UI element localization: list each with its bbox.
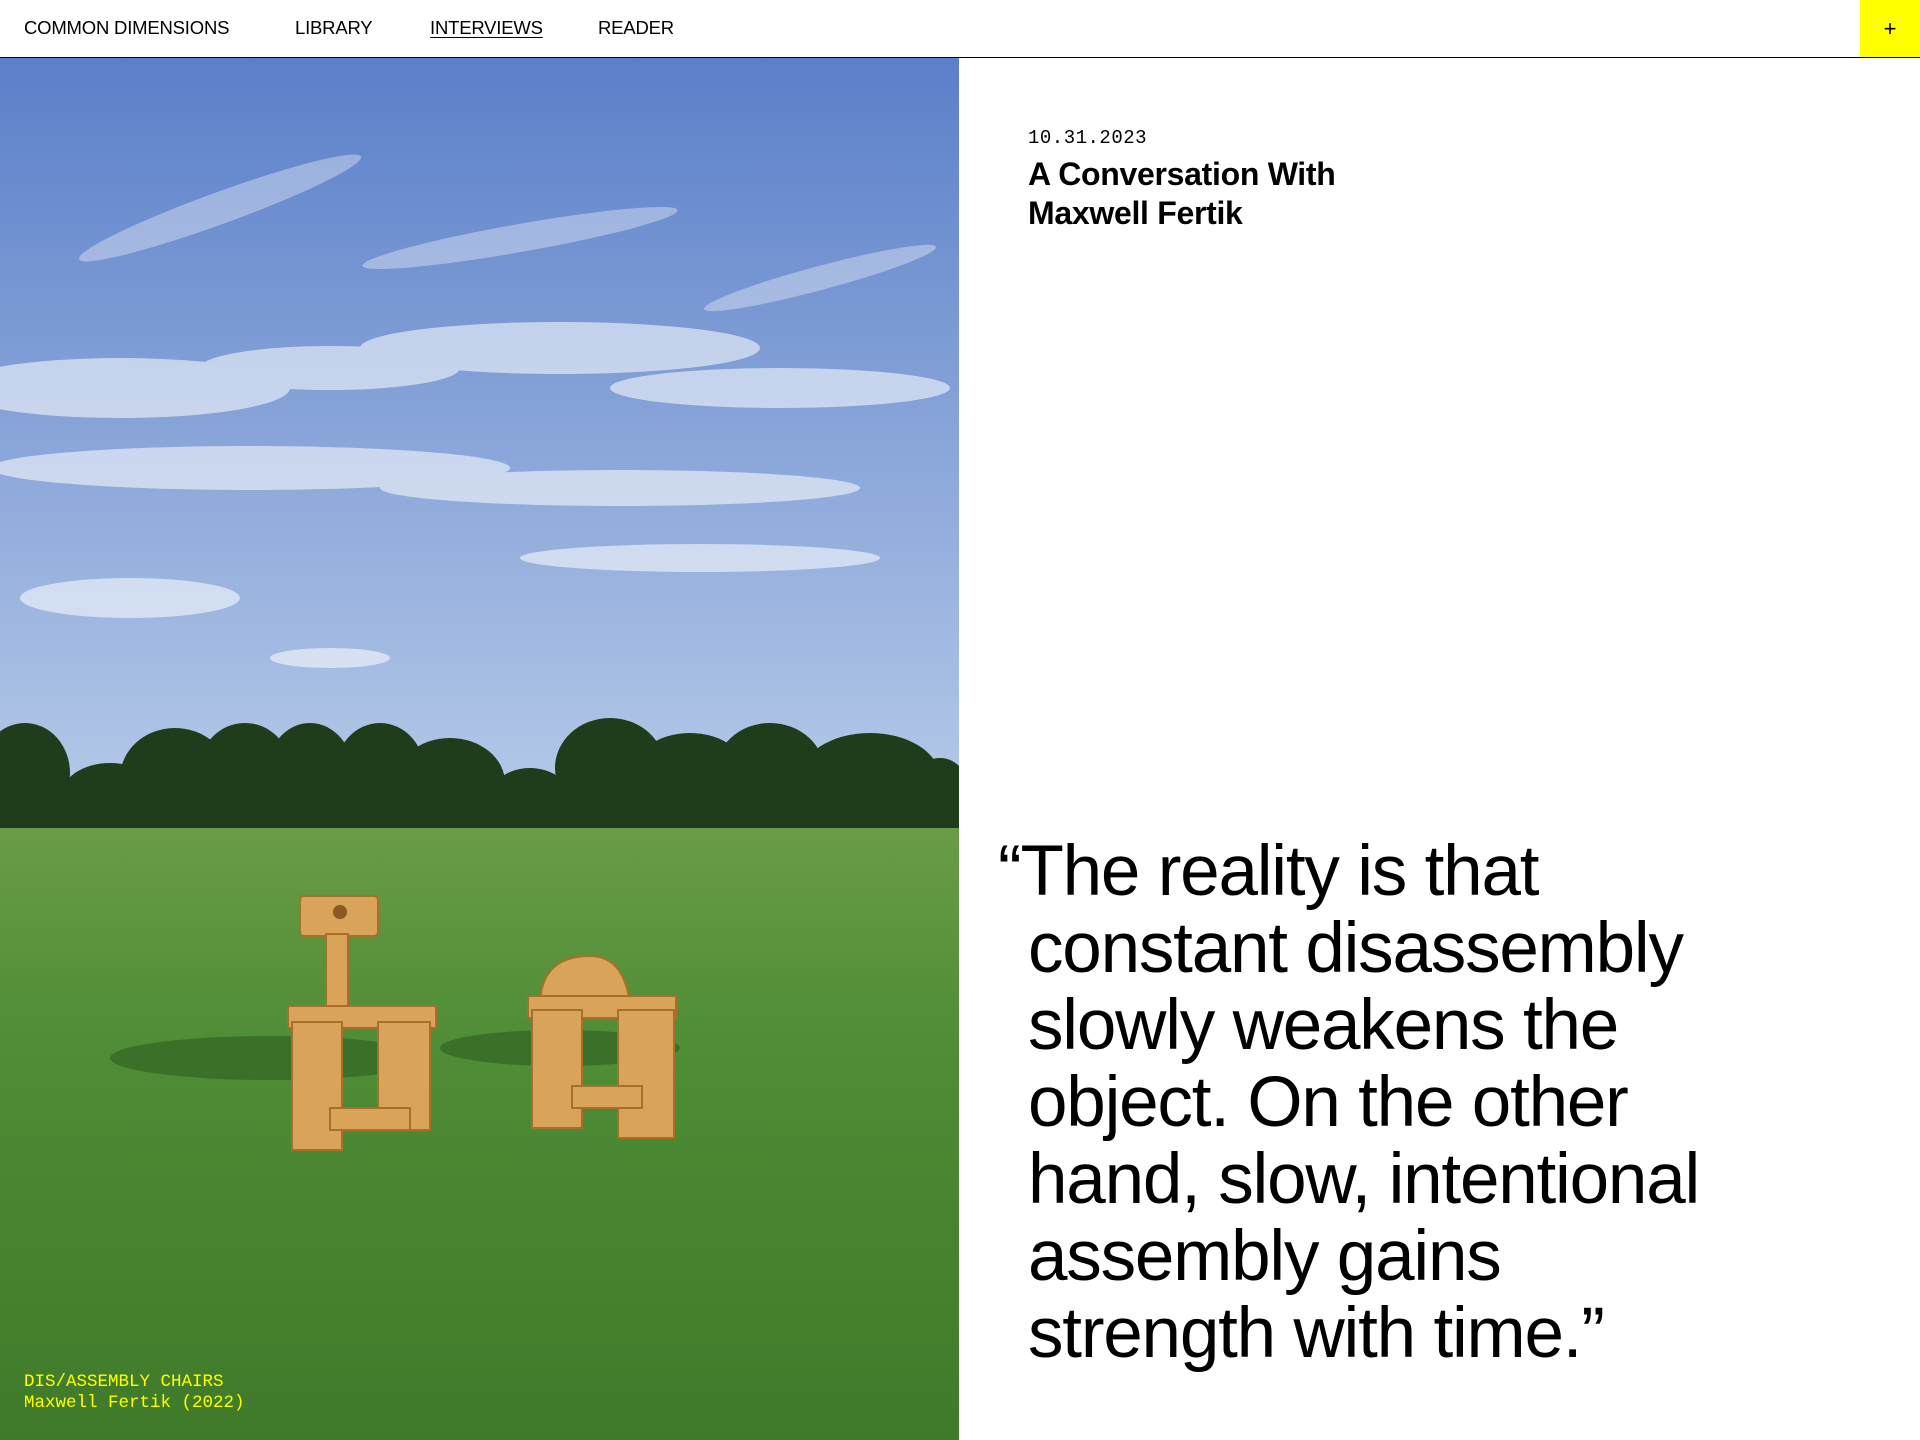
top-navigation: COMMON DIMENSIONS LIBRARY INTERVIEWS REA… xyxy=(0,0,1920,58)
article-title[interactable]: A Conversation With Maxwell Fertik xyxy=(1028,155,1448,233)
caption-title: DIS/ASSEMBLY CHAIRS xyxy=(24,1372,224,1392)
quote-line: strength with time.” xyxy=(1028,1294,1605,1373)
article-date: 10.31.2023 xyxy=(1028,127,1148,149)
article-title-line-2: Maxwell Fertik xyxy=(1028,195,1243,231)
plus-icon: + xyxy=(1883,15,1897,41)
quote-line: constant disassembly xyxy=(1028,909,1684,988)
nav-link-library[interactable]: LIBRARY xyxy=(295,17,373,39)
nav-link-interviews[interactable]: INTERVIEWS xyxy=(430,17,543,39)
chairs-in-field-image xyxy=(0,58,959,1440)
article-title-line-1: A Conversation With xyxy=(1028,156,1336,192)
nav-link-common-dimensions[interactable]: COMMON DIMENSIONS xyxy=(24,17,229,39)
photo-caption: DIS/ASSEMBLY CHAIRS Maxwell Fertik (2022… xyxy=(24,1372,245,1414)
quote-line: “The reality is that xyxy=(998,832,1539,911)
quote-line: object. On the other xyxy=(1028,1063,1629,1142)
pull-quote: “The reality is that constant disassembl… xyxy=(998,833,1898,1372)
quote-line: hand, slow, intentional xyxy=(1028,1140,1700,1219)
caption-credit: Maxwell Fertik (2022) xyxy=(24,1393,245,1413)
nav-link-reader[interactable]: READER xyxy=(598,17,674,39)
menu-plus-button[interactable]: + xyxy=(1860,0,1920,57)
quote-line: slowly weakens the xyxy=(1028,986,1619,1065)
quote-line: assembly gains xyxy=(1028,1217,1502,1296)
hero-photo: DIS/ASSEMBLY CHAIRS Maxwell Fertik (2022… xyxy=(0,58,959,1440)
